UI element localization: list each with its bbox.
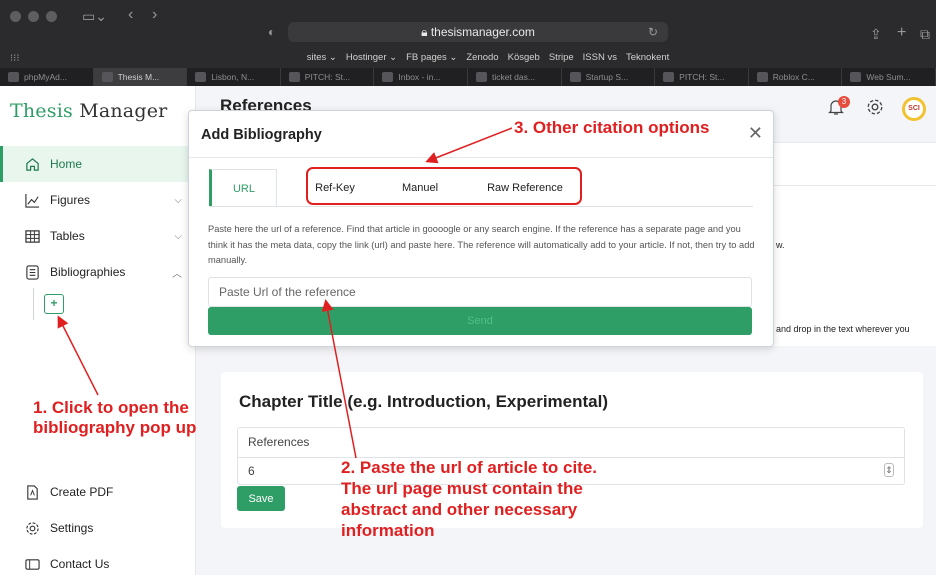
- annotation-step1: 1. Click to open the bibliography pop up: [33, 398, 196, 438]
- annotation-step2-line: abstract and other necessary: [341, 500, 578, 519]
- annotation-step1-line: bibliography pop up: [33, 418, 197, 437]
- annotation-step3: 3. Other citation options: [514, 118, 710, 137]
- annotation-step2-line: 2. Paste the url of article to cite.: [341, 458, 598, 477]
- annotation-step2: 2. Paste the url of article to cite. The…: [341, 457, 597, 541]
- arrow-step3: [425, 127, 513, 164]
- arrow-step2: [321, 299, 357, 459]
- arrow-step1: [57, 315, 99, 396]
- annotation-step2-line: information: [341, 521, 435, 540]
- annotation-step1-line: 1. Click to open the: [33, 398, 189, 417]
- annotation-step2-line: The url page must contain the: [341, 479, 583, 498]
